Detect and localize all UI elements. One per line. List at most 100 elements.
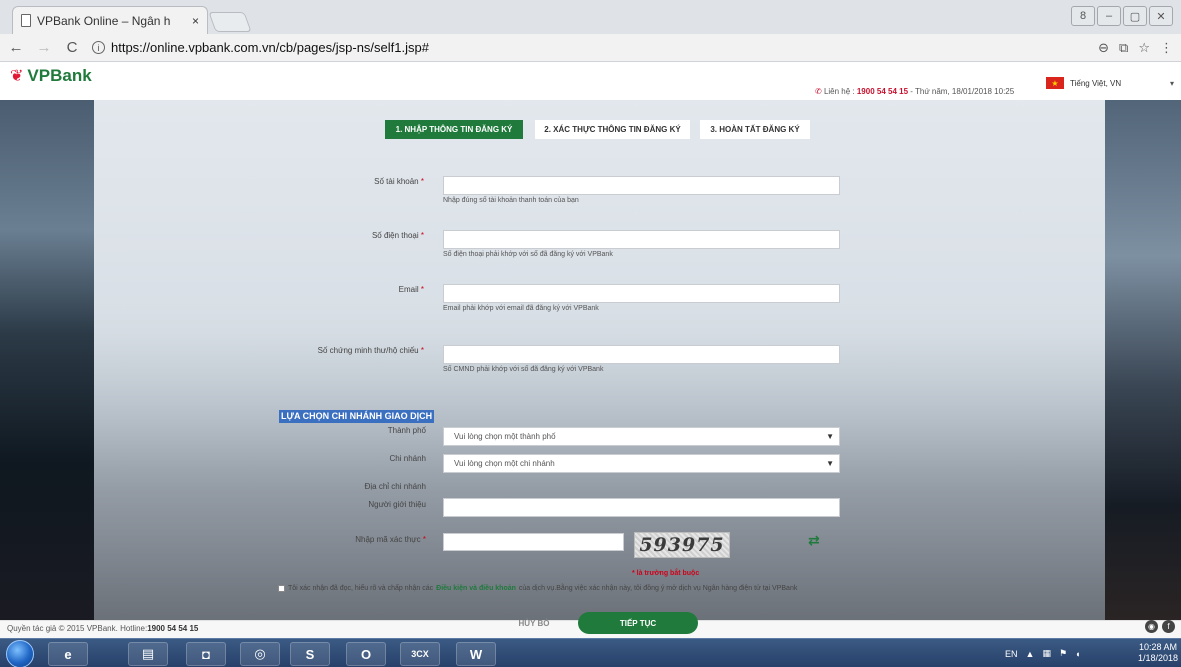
copyright: Quyền tác giả © 2015 VPBank. Hotline:190… [7,624,198,633]
close-window-button[interactable]: ✕ [1149,6,1173,26]
page-icon [21,14,31,27]
tab-title: VPBank Online – Ngân h [37,13,171,28]
window-controls: 8 – ▢ ✕ [1071,6,1173,26]
facebook-icon[interactable]: f [1162,620,1175,633]
back-button[interactable]: ← [8,39,24,56]
volume-icon[interactable]: ◖ [1075,649,1080,659]
translate-icon[interactable]: ⧉ [1119,40,1128,56]
account-number-help: Nhập đúng số tài khoản thanh toán của bạ… [443,197,579,204]
agree-suffix: của dịch vụ.Bằng việc xác nhận này, tôi … [518,585,798,592]
dropdown-arrow-icon: ▼ [826,432,834,441]
taskbar-skype-icon[interactable]: S [290,642,330,666]
captcha-label: Nhập mã xác thực * [355,535,426,544]
required-marker: * [422,535,426,544]
start-button[interactable] [6,640,34,667]
agree-prefix: Tôi xác nhận đã đọc, hiểu rõ và chấp nhậ… [288,585,434,592]
required-marker: * [420,285,424,294]
clock[interactable]: 10:28 AM 1/18/2018 [1138,642,1178,664]
system-tray: EN ▲ ▦ ⚑ ◖ [1005,639,1080,667]
url-field[interactable]: i https://online.vpbank.com.vn/cb/pages/… [92,37,1086,59]
logo-text: VPBank [27,66,92,85]
cancel-button[interactable]: HỦY BỎ [494,612,574,634]
flag-icon[interactable]: ⚑ [1059,648,1067,659]
contact-label: Liên hệ : [823,87,857,96]
id-card-input[interactable] [443,345,840,364]
social-icon[interactable]: ◉ [1145,620,1158,633]
email-label: Email * [398,285,424,294]
referrer-input[interactable] [443,498,840,517]
minimize-button[interactable]: – [1097,6,1121,26]
branch-selected-value: Vui lòng chọn một chi nhánh [454,459,555,468]
branch-label: Chi nhánh [389,454,426,463]
city-label: Thành phố [387,426,426,435]
vpbank-logo-icon: ❦ [10,68,24,85]
referrer-label: Người giới thiệu [368,500,426,509]
language-selector[interactable]: ★ Tiếng Việt, VN ▾ [1046,74,1174,92]
city-selected-value: Vui lòng chọn một thành phố [454,432,556,441]
step-2-verify-info: 2. XÁC THỰC THÔNG TIN ĐĂNG KÝ [535,120,690,139]
windows-taskbar: e ▤ ◘ ◎ S O 3CX W EN ▲ ▦ ⚑ ◖ 10:28 AM 1/… [0,638,1181,667]
email-input[interactable] [443,284,840,303]
branch-select[interactable]: Vui lòng chọn một chi nhánh ▼ [443,454,840,473]
vietnam-flag-icon: ★ [1046,77,1064,89]
taskbar-media-icon[interactable]: ◘ [186,642,226,666]
refresh-captcha-icon[interactable]: ⇄ [808,532,820,549]
required-marker: * [420,177,424,186]
forward-button[interactable]: → [36,39,52,56]
captcha-input[interactable] [443,533,624,551]
step-1-enter-info: 1. NHẬP THÔNG TIN ĐĂNG KÝ [385,120,523,139]
input-language[interactable]: EN [1005,649,1018,659]
close-tab-icon[interactable]: × [192,14,199,28]
phone-number-input[interactable] [443,230,840,249]
phone-number-label: Số điện thoại * [371,231,424,240]
taskbar-outlook-icon[interactable]: O [346,642,386,666]
network-icon[interactable]: ▦ [1042,648,1051,659]
profile-icon[interactable]: 8 [1071,6,1095,26]
contact-phone: 1900 54 54 15 [856,87,909,96]
address-bar: ← → C i https://online.vpbank.com.vn/cb/… [0,34,1181,62]
clock-date: 1/18/2018 [1138,653,1179,663]
copyright-text: Quyền tác giả © 2015 VPBank. Hotline: [7,624,148,633]
zoom-icon[interactable]: ⊖ [1098,40,1109,56]
step-3-complete: 3. HOÀN TẤT ĐĂNG KÝ [700,120,810,139]
agree-checkbox[interactable] [278,585,285,592]
next-button[interactable]: TIẾP TỤC [578,612,698,634]
info-icon[interactable]: i [92,41,105,54]
background-right-strip [1105,100,1181,620]
social-icons: ◉ f [1145,620,1175,633]
terms-agreement: Tôi xác nhận đã đọc, hiểu rõ và chấp nhậ… [278,585,797,592]
contact-date: - Thứ năm, 18/01/2018 10:25 [908,87,1015,96]
hotline-number: 1900 54 54 15 [147,624,199,633]
mandatory-note: * là trường bắt buộc [632,570,700,577]
taskbar-chrome-icon[interactable]: ◎ [240,642,280,666]
branch-address-label: Địa chỉ chi nhánh [364,482,426,491]
branch-section-title: LỰA CHỌN CHI NHÁNH GIAO DỊCH [279,410,435,423]
captcha-image: 593975 [634,532,730,558]
email-help: Email phải khớp với email đã đăng ký với… [443,305,599,312]
vpbank-logo[interactable]: ❦ VPBank [10,66,92,86]
required-marker: * [420,346,424,355]
id-card-help: Số CMND phải khớp với số đã đăng ký với … [443,366,604,373]
terms-link[interactable]: Điều kiện và điều khoản [436,585,516,592]
id-card-label: Số chứng minh thư/hộ chiếu * [317,346,424,355]
taskbar-ie-icon[interactable]: e [48,642,88,666]
phone-icon: ✆ [815,87,822,96]
taskbar-explorer-icon[interactable]: ▤ [128,642,168,666]
browser-menu-icon[interactable]: ⋮ [1160,40,1173,56]
contact-info: ✆ Liên hệ : 1900 54 54 15 - Thứ năm, 18/… [815,87,1014,96]
required-marker: * [420,231,424,240]
bookmark-star-icon[interactable]: ☆ [1138,40,1150,56]
browser-tab[interactable]: VPBank Online – Ngân h × [12,6,208,34]
url-text: https://online.vpbank.com.vn/cb/pages/js… [111,40,429,55]
maximize-button[interactable]: ▢ [1123,6,1147,26]
taskbar-3cx-icon[interactable]: 3CX [400,642,440,666]
account-number-label: Số tài khoản * [374,177,424,186]
taskbar-word-icon[interactable]: W [456,642,496,666]
new-tab-button[interactable] [208,12,252,32]
city-select[interactable]: Vui lòng chọn một thành phố ▼ [443,427,840,446]
tray-expand-icon[interactable]: ▲ [1026,649,1035,659]
browser-tab-bar: VPBank Online – Ngân h × 8 – ▢ ✕ [0,0,1181,34]
reload-button[interactable]: C [64,39,80,56]
language-label: Tiếng Việt, VN [1070,78,1122,88]
account-number-input[interactable] [443,176,840,195]
